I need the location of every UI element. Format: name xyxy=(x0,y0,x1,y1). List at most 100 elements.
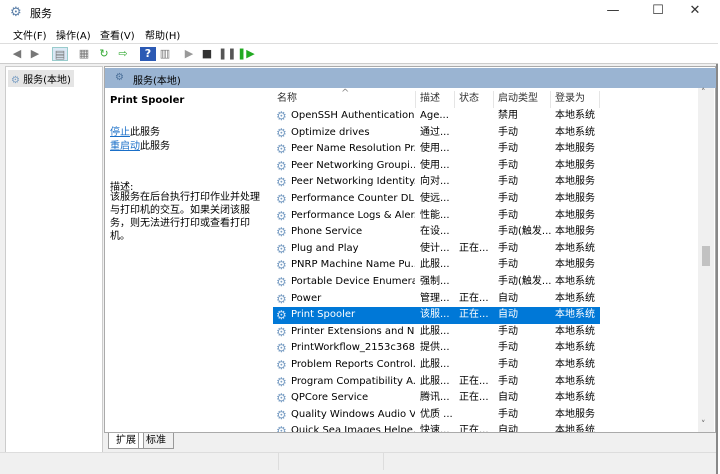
service-row[interactable]: ⚙ Plug and Play 使计... 正在... 手动 本地系统 xyxy=(273,241,600,258)
service-row[interactable]: ⚙ Power 管理... 正在... 自动 本地系统 xyxy=(273,291,600,308)
cell-startup-type: 手动 xyxy=(498,126,518,138)
service-row[interactable]: ⚙ Program Compatibility A... 此服... 正在... 手动 本… xyxy=(273,374,600,391)
cell-description: Age... xyxy=(420,110,449,121)
scrollbar-thumb[interactable] xyxy=(702,246,710,266)
cell-log-on-as: 本地系统 xyxy=(555,110,595,121)
cell-startup-type: 手动(触发... xyxy=(498,276,552,287)
maximize-button[interactable]: ☐ xyxy=(643,3,673,21)
restart-service-link[interactable]: 重启动 xyxy=(110,141,140,152)
service-row[interactable]: ⚙ QPCore Service 腾讯... 正在... 自动 本地系统 xyxy=(273,390,600,407)
column-header-description[interactable]: 描述 xyxy=(416,91,455,108)
service-row[interactable]: ⚙ Print Spooler 该服... 正在... 自动 本地系统 xyxy=(273,307,600,324)
scroll-down-icon[interactable]: ˅ xyxy=(701,420,706,430)
cell-description: 通过... xyxy=(420,126,450,138)
menu-help[interactable]: 帮助(H) xyxy=(145,27,180,42)
menu-bar: 文件(F) 操作(A) 查看(V) 帮助(H) xyxy=(0,24,718,44)
cell-log-on-as: 本地系统 xyxy=(555,242,595,254)
restart-suffix: 此服务 xyxy=(140,141,170,152)
gear-icon: ⚙ xyxy=(276,225,287,240)
cell-log-on-as: 本地服务 xyxy=(555,143,595,155)
column-header-status[interactable]: 状态 xyxy=(455,91,494,108)
cell-description: 此服... xyxy=(420,375,450,387)
cell-description: 向对... xyxy=(420,176,450,188)
cell-startup-type: 手动 xyxy=(498,375,518,387)
service-row[interactable]: ⚙ OpenSSH Authentication ... Age... 禁用 本地系统 xyxy=(273,108,600,125)
export-list-icon[interactable]: ⇨ xyxy=(115,47,131,61)
service-row[interactable]: ⚙ Performance Logs & Aler... 性能... 手动 本地服务 xyxy=(273,208,600,225)
properties-icon[interactable]: ▦ xyxy=(76,47,92,61)
close-button[interactable]: ✕ xyxy=(680,3,710,21)
gear-icon: ⚙ xyxy=(276,158,287,173)
cell-name: Performance Counter DL... xyxy=(291,193,415,204)
cell-log-on-as: 本地系统 xyxy=(555,392,595,404)
service-row[interactable]: ⚙ Optimize drives 通过... 手动 本地系统 xyxy=(273,125,600,142)
start-icon[interactable]: ▶ xyxy=(181,47,197,61)
cell-description: 管理... xyxy=(420,292,450,304)
toolbar: ◀ ▶ ▤ ▦ ↻ ⇨ ? ▥ ▶ ■ ❚❚ ❚▶ xyxy=(0,43,718,64)
forward-icon[interactable]: ▶ xyxy=(27,47,43,61)
gear-icon: ⚙ xyxy=(276,175,287,190)
menu-view[interactable]: 查看(V) xyxy=(100,27,135,42)
cell-status: 正在... xyxy=(459,242,489,254)
service-row[interactable]: ⚙ Peer Networking Groupi... 使用... 手动 本地服务 xyxy=(273,158,600,175)
help-icon[interactable]: ? xyxy=(140,47,156,61)
gear-icon: ⚙ xyxy=(115,72,124,83)
view-icon[interactable]: ▥ xyxy=(157,47,173,61)
stop-icon[interactable]: ■ xyxy=(199,47,215,61)
cell-startup-type: 手动 xyxy=(498,359,518,370)
service-row[interactable]: ⚙ Printer Extensions and N... 此服... 手动 本地系统 xyxy=(273,324,600,341)
cell-startup-type: 手动 xyxy=(498,325,518,337)
service-row[interactable]: ⚙ Phone Service 在设... 手动(触发... 本地服务 xyxy=(273,224,600,241)
tree-item-services-local[interactable]: ⚙ 服务(本地) xyxy=(8,70,74,87)
tab-standard[interactable]: 标准 xyxy=(138,433,174,449)
gear-icon: ⚙ xyxy=(276,208,287,223)
gear-icon: ⚙ xyxy=(276,407,287,422)
back-icon[interactable]: ◀ xyxy=(9,47,25,61)
refresh-icon[interactable]: ↻ xyxy=(96,47,112,61)
column-header-log-on-as[interactable]: 登录为 xyxy=(551,91,600,108)
cell-log-on-as: 本地服务 xyxy=(555,193,595,204)
pause-icon[interactable]: ❚❚ xyxy=(218,47,236,61)
gear-icon: ⚙ xyxy=(276,109,287,123)
service-row[interactable]: ⚙ Performance Counter DL... 使远... 手动 本地服务 xyxy=(273,191,600,208)
cell-description: 此服... xyxy=(420,259,450,271)
show-console-tree-icon[interactable]: ▤ xyxy=(52,47,68,61)
cell-log-on-as: 本地系统 xyxy=(555,359,595,370)
vertical-scrollbar[interactable]: ˄ ˅ xyxy=(698,88,714,432)
cell-log-on-as: 本地系统 xyxy=(555,325,595,337)
scroll-up-icon[interactable]: ˄ xyxy=(701,88,706,98)
service-row[interactable]: ⚙ PNRP Machine Name Pu... 此服... 手动 本地服务 xyxy=(273,257,600,274)
status-bar xyxy=(0,452,716,470)
service-row[interactable]: ⚙ Peer Networking Identity... 向对... 手动 本地服务 xyxy=(273,174,600,191)
cell-startup-type: 手动 xyxy=(498,242,518,254)
menu-action[interactable]: 操作(A) xyxy=(56,27,91,42)
gear-icon: ⚙ xyxy=(276,391,287,406)
minimize-button[interactable]: — xyxy=(598,3,628,21)
cell-startup-type: 手动 xyxy=(498,408,518,420)
gear-icon: ⚙ xyxy=(276,125,287,140)
cell-log-on-as: 本地系统 xyxy=(555,375,595,387)
cell-name: Performance Logs & Aler... xyxy=(291,209,415,221)
restart-icon[interactable]: ❚▶ xyxy=(237,47,255,61)
service-row[interactable]: ⚙ Portable Device Enumera... 强制... 手动(触发...… xyxy=(273,274,600,291)
cell-log-on-as: 本地系统 xyxy=(555,342,595,354)
service-row[interactable]: ⚙ Quick Sea Images Helpe... 快速... 正在... 自动 本地… xyxy=(273,423,600,432)
service-row[interactable]: ⚙ Peer Name Resolution Pr... 使用... 手动 本地服务 xyxy=(273,141,600,158)
cell-log-on-as: 本地服务 xyxy=(555,159,595,171)
gear-icon: ⚙ xyxy=(276,424,287,432)
cell-name: Peer Networking Groupi... xyxy=(291,159,415,171)
cell-name: Quality Windows Audio V... xyxy=(291,408,415,420)
column-header-startup-type[interactable]: 启动类型 xyxy=(494,91,551,108)
cell-name: Program Compatibility A... xyxy=(291,375,415,387)
cell-startup-type: 自动 xyxy=(498,392,518,404)
service-row[interactable]: ⚙ Problem Reports Control... 此服... 手动 本地系统 xyxy=(273,357,600,374)
service-row[interactable]: ⚙ Quality Windows Audio V... 优质 ... 手动 本地服务 xyxy=(273,407,600,424)
gear-icon: ⚙ xyxy=(276,291,287,306)
gear-icon: ⚙ xyxy=(276,275,287,289)
column-header-name[interactable]: 名称 ^ xyxy=(273,88,416,108)
cell-log-on-as: 本地系统 xyxy=(555,309,595,321)
cell-description: 使远... xyxy=(420,193,450,204)
service-row[interactable]: ⚙ PrintWorkflow_2153c368 提供... 手动 本地系统 xyxy=(273,340,600,357)
cell-log-on-as: 本地系统 xyxy=(555,425,595,432)
menu-file[interactable]: 文件(F) xyxy=(13,27,47,42)
